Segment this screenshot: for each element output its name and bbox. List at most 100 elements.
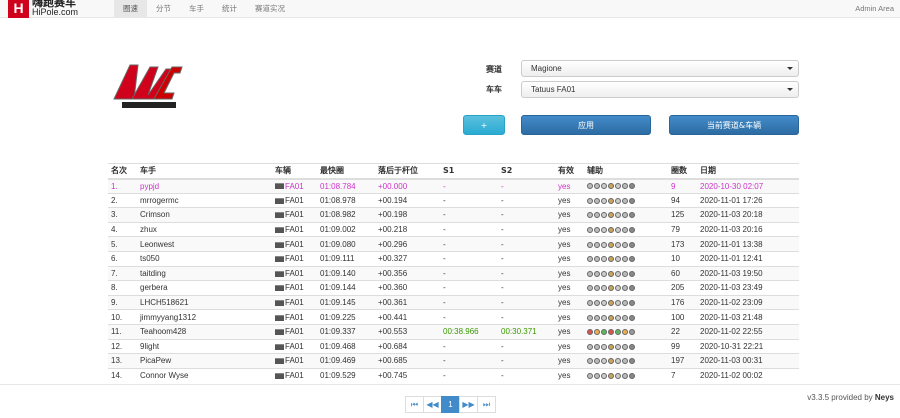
aid-icon bbox=[629, 329, 635, 336]
next-page-icon[interactable]: ▶▶ bbox=[459, 396, 478, 413]
rank-cell: 8. bbox=[108, 280, 137, 296]
current-track-car-button[interactable]: 当前赛道&车辆 bbox=[669, 115, 799, 135]
track-select[interactable]: Magione bbox=[521, 60, 799, 77]
aid-icon bbox=[608, 256, 614, 263]
best-lap-cell: 01:09.468 bbox=[317, 338, 375, 354]
table-row: 12. 9light FA01 01:09.468 +00.684- - yes 99 2020… bbox=[108, 338, 799, 354]
prev-page-icon[interactable]: ◀◀ bbox=[423, 396, 442, 413]
nav-sectors[interactable]: 分节 bbox=[147, 0, 180, 18]
aids-icons bbox=[587, 183, 635, 190]
aid-icon bbox=[615, 285, 621, 292]
aid-icon bbox=[594, 285, 600, 292]
table-row: 5. Leonwest FA01 01:09.080 +00.296- - yes 173 20… bbox=[108, 236, 799, 252]
last-page-icon[interactable]: ⏭ bbox=[477, 396, 496, 413]
nav-live[interactable]: 赛道实况 bbox=[246, 0, 294, 18]
aid-icon bbox=[601, 358, 607, 365]
aid-icon bbox=[608, 270, 614, 277]
date-cell: 2020-11-01 13:38 bbox=[697, 236, 799, 252]
laps-cell: 197 bbox=[668, 353, 697, 369]
laps-cell: 176 bbox=[668, 294, 697, 310]
laps-cell: 94 bbox=[668, 192, 697, 208]
aid-icon bbox=[601, 373, 607, 380]
driver-cell[interactable]: Connor Wyse bbox=[137, 367, 272, 383]
driver-cell[interactable]: LHCH518621 bbox=[137, 294, 272, 310]
driver-cell[interactable]: Teahoom428 bbox=[137, 323, 272, 340]
col-driver[interactable]: 车手 bbox=[137, 163, 272, 180]
first-page-icon[interactable]: ⏮ bbox=[405, 396, 424, 413]
aid-icon bbox=[587, 343, 593, 350]
driver-cell[interactable]: Leonwest bbox=[137, 236, 272, 252]
gap-cell: +00.198 bbox=[375, 207, 440, 223]
logo-mark: H bbox=[8, 0, 29, 18]
col-car[interactable]: 车辆 bbox=[272, 163, 317, 180]
add-button[interactable]: + bbox=[463, 115, 505, 135]
car-cell: FA01 bbox=[272, 323, 317, 340]
car-select[interactable]: Tatuus FA01 bbox=[521, 81, 799, 98]
best-lap-cell: 01:09.529 bbox=[317, 367, 375, 383]
s2-cell: - bbox=[498, 207, 555, 223]
aids-icons bbox=[587, 285, 635, 292]
aid-icon bbox=[601, 226, 607, 233]
s2-cell: - bbox=[498, 178, 555, 194]
site-logo[interactable]: H 嗨跑赛车 HiPole.com bbox=[8, 0, 78, 18]
col-aids[interactable]: 辅助 bbox=[584, 163, 668, 180]
aid-icon bbox=[594, 183, 600, 190]
apply-button[interactable]: 应用 bbox=[521, 115, 651, 135]
author-link[interactable]: Neys bbox=[875, 393, 894, 402]
car-icon bbox=[275, 270, 284, 277]
aid-icon bbox=[587, 226, 593, 233]
aid-icon bbox=[594, 226, 600, 233]
driver-cell[interactable]: 9light bbox=[137, 338, 272, 354]
valid-cell: yes bbox=[555, 236, 584, 252]
aid-icon bbox=[615, 373, 621, 380]
driver-cell[interactable]: jimmyyang1312 bbox=[137, 309, 272, 325]
aid-icon bbox=[594, 197, 600, 204]
aid-icon bbox=[587, 183, 593, 190]
rank-cell: 2. bbox=[108, 192, 137, 208]
car-name: FA01 bbox=[285, 225, 304, 235]
nav-drivers[interactable]: 车手 bbox=[180, 0, 213, 18]
aid-icon bbox=[608, 241, 614, 248]
driver-cell[interactable]: gerbera bbox=[137, 280, 272, 296]
nav-stats[interactable]: 统计 bbox=[213, 0, 246, 18]
aid-icon bbox=[629, 299, 635, 306]
s1-cell: - bbox=[440, 294, 498, 310]
col-gap[interactable]: 落后于杆位 bbox=[375, 163, 440, 180]
rank-cell: 7. bbox=[108, 265, 137, 281]
col-valid[interactable]: 有效 bbox=[555, 163, 584, 180]
aid-icon bbox=[615, 314, 621, 321]
col-rank[interactable]: 名次 bbox=[108, 163, 137, 180]
aid-icon bbox=[594, 373, 600, 380]
driver-cell[interactable]: taitding bbox=[137, 265, 272, 281]
gap-cell: +00.327 bbox=[375, 250, 440, 267]
valid-cell: yes bbox=[555, 265, 584, 281]
valid-cell: yes bbox=[555, 353, 584, 369]
driver-cell[interactable]: Crimson bbox=[137, 207, 272, 223]
driver-cell[interactable]: zhux bbox=[137, 221, 272, 237]
col-date[interactable]: 日期 bbox=[697, 163, 799, 180]
driver-cell[interactable]: PicaPew bbox=[137, 353, 272, 369]
col-s2[interactable]: S2 bbox=[498, 163, 555, 180]
col-s1[interactable]: S1 bbox=[440, 163, 498, 180]
driver-cell[interactable]: pypjd bbox=[137, 178, 272, 194]
table-row: 4. zhux FA01 01:09.002 +00.218- - yes 79 2020-11… bbox=[108, 221, 799, 237]
driver-cell[interactable]: ts050 bbox=[137, 250, 272, 267]
admin-area-link[interactable]: Admin Area bbox=[855, 0, 894, 18]
driver-cell[interactable]: mrrogermc bbox=[137, 192, 272, 208]
aid-icon bbox=[629, 183, 635, 190]
aids-cell bbox=[584, 367, 668, 383]
col-best-lap[interactable]: 最快圈 bbox=[317, 163, 375, 180]
laps-cell: 173 bbox=[668, 236, 697, 252]
col-laps[interactable]: 圈数 bbox=[668, 163, 697, 180]
best-lap-cell: 01:09.337 bbox=[317, 323, 375, 340]
car-icon bbox=[275, 373, 284, 380]
rank-cell: 5. bbox=[108, 236, 137, 252]
aids-icons bbox=[587, 343, 635, 350]
car-name: FA01 bbox=[285, 341, 304, 351]
date-cell: 2020-11-03 23:49 bbox=[697, 280, 799, 296]
nav-laptimes[interactable]: 圈速 bbox=[114, 0, 147, 18]
page-1[interactable]: 1 bbox=[441, 396, 460, 413]
car-cell: FA01 bbox=[272, 178, 317, 194]
table-row: 7. taitding FA01 01:09.140 +00.356- - yes 60 202… bbox=[108, 265, 799, 281]
laps-cell: 7 bbox=[668, 367, 697, 383]
